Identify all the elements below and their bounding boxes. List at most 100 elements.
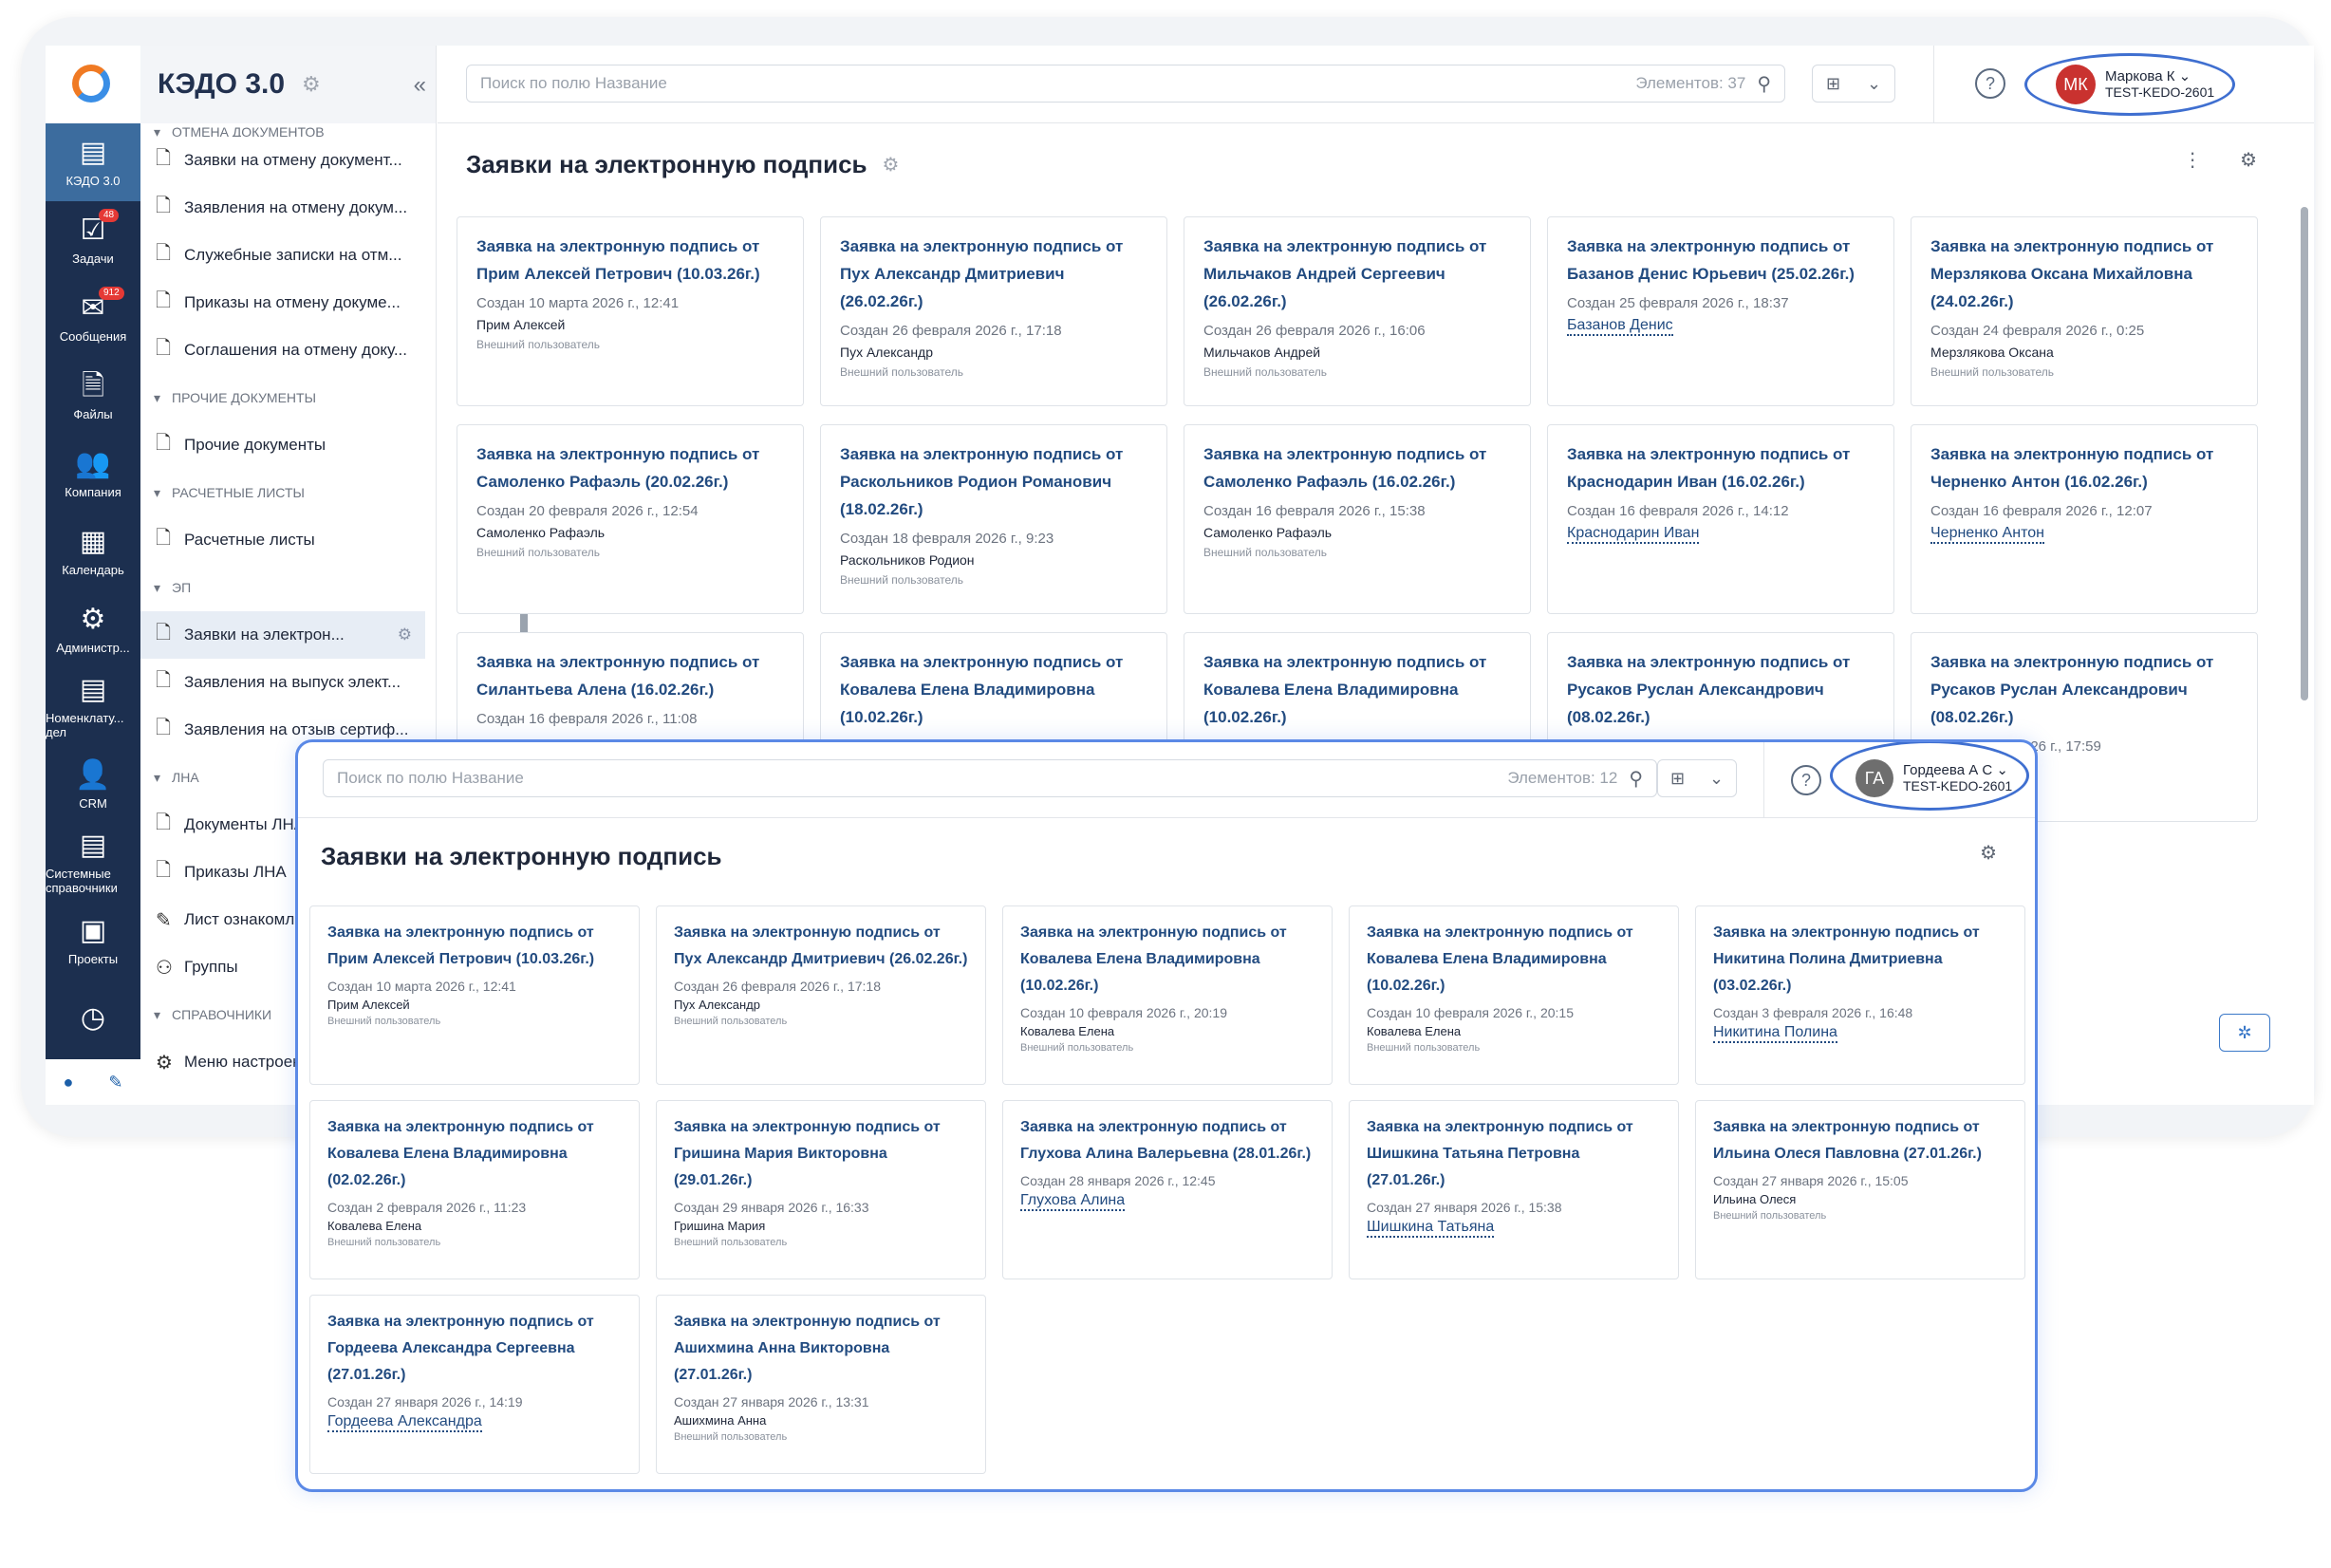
request-card[interactable]: Заявка на электронную подпись от Базанов…	[1547, 216, 1894, 406]
item-settings-gear-icon[interactable]: ⚙	[398, 625, 412, 644]
request-card[interactable]: Заявка на электронную подпись от Пух Але…	[656, 905, 986, 1085]
request-card[interactable]: Заявка на электронную подпись от Ашихмин…	[656, 1295, 986, 1474]
card-title[interactable]: Заявка на электронную подпись от Ковалев…	[1020, 920, 1315, 999]
card-title[interactable]: Заявка на электронную подпись от Гришина…	[674, 1114, 968, 1194]
request-card[interactable]: Заявка на электронную подпись от Ильина …	[1695, 1100, 2025, 1279]
card-title[interactable]: Заявка на электронную подпись от Базанов…	[1567, 233, 1874, 288]
card-title[interactable]: Заявка на электронную подпись от Пух Але…	[674, 920, 968, 973]
request-card[interactable]: Заявка на электронную подпись от Мильчак…	[1184, 216, 1531, 406]
page-settings-gear-icon[interactable]: ⚙	[883, 153, 900, 177]
card-title[interactable]: Заявка на электронную подпись от Глухова…	[1020, 1114, 1315, 1167]
tree-section[interactable]: ▾ ПРОЧИЕ ДОКУМЕНТЫ	[140, 374, 425, 421]
card-title[interactable]: Заявка на электронную подпись от Прим Ал…	[327, 920, 622, 973]
request-card[interactable]: Заявка на электронную подпись от Ковалев…	[1349, 905, 1679, 1085]
card-title[interactable]: Заявка на электронную подпись от Мерзляк…	[1930, 233, 2238, 315]
rail-item[interactable]: ▤ КЭДО 3.0	[46, 123, 140, 201]
card-title[interactable]: Заявка на электронную подпись от Мильчак…	[1203, 233, 1511, 315]
card-author-link[interactable]: Базанов Денис	[1567, 317, 1673, 336]
tree-section[interactable]: ▾ ОТМЕНА ДОКУМЕНТОВ	[140, 127, 425, 137]
bug-report-icon[interactable]: ✲	[2219, 1014, 2270, 1052]
tree-item[interactable]: 🗋 Заявки на электрон... ⚙	[140, 611, 425, 659]
card-author-link[interactable]: Гордеева Александра	[327, 1413, 482, 1432]
card-title[interactable]: Заявка на электронную подпись от Самолен…	[1203, 440, 1511, 495]
card-author-link[interactable]: Краснодарин Иван	[1567, 525, 1700, 544]
help-icon[interactable]: ?	[1975, 68, 2005, 99]
rail-item[interactable]: 👤 CRM	[46, 746, 140, 824]
tree-item[interactable]: 🗋 Прочие документы	[140, 421, 425, 469]
settings-gear-icon[interactable]: ⚙	[1980, 841, 1997, 865]
main-scrollbar-thumb[interactable]	[2301, 207, 2308, 700]
wrench-icon[interactable]: ✎	[108, 1073, 122, 1092]
request-card[interactable]: Заявка на электронную подпись от Глухова…	[1002, 1100, 1333, 1279]
card-title[interactable]: Заявка на электронную подпись от Черненк…	[1930, 440, 2238, 495]
card-title[interactable]: Заявка на электронную подпись от Самолен…	[476, 440, 784, 495]
help-icon[interactable]: ?	[1791, 765, 1821, 795]
request-card[interactable]: Заявка на электронную подпись от Шишкина…	[1349, 1100, 1679, 1279]
request-card[interactable]: Заявка на электронную подпись от Черненк…	[1911, 424, 2258, 614]
app-logo-icon[interactable]	[72, 65, 110, 103]
card-title[interactable]: Заявка на электронную подпись от Шишкина…	[1367, 1114, 1661, 1194]
card-title[interactable]: Заявка на электронную подпись от Ильина …	[1713, 1114, 2007, 1167]
card-title[interactable]: Заявка на электронную подпись от Ковалев…	[1203, 648, 1511, 731]
card-title[interactable]: Заявка на электронную подпись от Прим Ал…	[476, 233, 784, 288]
search-input[interactable]: Поиск по полю Название Элементов: 37 ⚲	[466, 65, 1785, 103]
filter-icon[interactable]: ⚲	[1629, 767, 1643, 791]
rail-item[interactable]: ▣ Проекты	[46, 902, 140, 980]
rail-item[interactable]: 🗎 Файлы	[46, 357, 140, 435]
request-card[interactable]: Заявка на электронную подпись от Пух Але…	[820, 216, 1167, 406]
tree-item[interactable]: 🗋 Расчетные листы	[140, 516, 425, 564]
tree-item[interactable]: 🗋 Заявления на выпуск элект...	[140, 659, 425, 706]
view-mode-dropdown[interactable]: ⊞ ⌄	[1812, 65, 1895, 103]
request-card[interactable]: Заявка на электронную подпись от Мерзляк…	[1911, 216, 2258, 406]
card-author-link[interactable]: Никитина Полина	[1713, 1024, 1837, 1043]
view-mode-dropdown[interactable]: ⊞ ⌄	[1657, 759, 1737, 797]
card-author-link[interactable]: Глухова Алина	[1020, 1192, 1126, 1211]
request-card[interactable]: Заявка на электронную подпись от Краснод…	[1547, 424, 1894, 614]
settings-gear-icon[interactable]: ⚙	[2240, 148, 2257, 172]
collapse-sidebar-icon[interactable]: «	[414, 72, 426, 99]
request-card[interactable]: Заявка на электронную подпись от Гордеев…	[309, 1295, 640, 1474]
tree-item[interactable]: 🗋 Заявления на отмену докум...	[140, 184, 425, 232]
tree-item[interactable]: 🗋 Заявки на отмену документ...	[140, 137, 425, 184]
rail-item[interactable]: ✉ 912 Сообщения	[46, 279, 140, 357]
request-card[interactable]: Заявка на электронную подпись от Самолен…	[457, 424, 804, 614]
rail-item[interactable]: ▦ Календарь	[46, 513, 140, 590]
filter-icon[interactable]: ⚲	[1757, 72, 1771, 96]
card-title[interactable]: Заявка на электронную подпись от Ковалев…	[327, 1114, 622, 1194]
main-scrollbar[interactable]	[2301, 207, 2308, 700]
card-title[interactable]: Заявка на электронную подпись от Силанть…	[476, 648, 784, 703]
card-title[interactable]: Заявка на электронную подпись от Русаков…	[1567, 648, 1874, 731]
rail-item[interactable]: ▤ Номенклату... дел	[46, 668, 140, 746]
card-title[interactable]: Заявка на электронную подпись от Никитин…	[1713, 920, 2007, 999]
card-title[interactable]: Заявка на электронную подпись от Гордеев…	[327, 1309, 622, 1389]
tree-item[interactable]: 🗋 Служебные записки на отм...	[140, 232, 425, 279]
tree-section[interactable]: ▾ РАСЧЕТНЫЕ ЛИСТЫ	[140, 469, 425, 516]
request-card[interactable]: Заявка на электронную подпись от Прим Ал…	[309, 905, 640, 1085]
rail-item[interactable]: ◷	[46, 980, 140, 1057]
card-title[interactable]: Заявка на электронную подпись от Ковалев…	[840, 648, 1147, 731]
tree-item[interactable]: 🗋 Приказы на отмену докуме...	[140, 279, 425, 327]
card-title[interactable]: Заявка на электронную подпись от Русаков…	[1930, 648, 2238, 731]
rail-item[interactable]: 👥 Компания	[46, 435, 140, 513]
request-card[interactable]: Заявка на электронную подпись от Самолен…	[1184, 424, 1531, 614]
request-card[interactable]: Заявка на электронную подпись от Гришина…	[656, 1100, 986, 1279]
rail-item[interactable]: ☑ 48 Задачи	[46, 201, 140, 279]
card-title[interactable]: Заявка на электронную подпись от Ковалев…	[1367, 920, 1661, 999]
tree-item[interactable]: 🗋 Соглашения на отмену доку...	[140, 327, 425, 374]
overlay-search-input[interactable]: Поиск по полю Название Элементов: 12 ⚲	[323, 759, 1657, 797]
card-title[interactable]: Заявка на электронную подпись от Пух Але…	[840, 233, 1147, 315]
request-card[interactable]: Заявка на электронную подпись от Ковалев…	[1002, 905, 1333, 1085]
add-icon[interactable]: ●	[64, 1073, 74, 1092]
rail-item[interactable]: ⚙ Администр...	[46, 590, 140, 668]
request-card[interactable]: Заявка на электронную подпись от Расколь…	[820, 424, 1167, 614]
tree-section[interactable]: ▾ ЭП	[140, 564, 425, 611]
request-card[interactable]: Заявка на электронную подпись от Прим Ал…	[457, 216, 804, 406]
app-settings-gear-icon[interactable]: ⚙	[302, 72, 321, 97]
card-title[interactable]: Заявка на электронную подпись от Краснод…	[1567, 440, 1874, 495]
more-vertical-icon[interactable]: ⋮	[2183, 148, 2202, 172]
card-title[interactable]: Заявка на электронную подпись от Расколь…	[840, 440, 1147, 523]
request-card[interactable]: Заявка на электронную подпись от Никитин…	[1695, 905, 2025, 1085]
request-card[interactable]: Заявка на электронную подпись от Ковалев…	[309, 1100, 640, 1279]
rail-item[interactable]: ▤ Системные справочники	[46, 824, 140, 902]
card-author-link[interactable]: Черненко Антон	[1930, 525, 2044, 544]
